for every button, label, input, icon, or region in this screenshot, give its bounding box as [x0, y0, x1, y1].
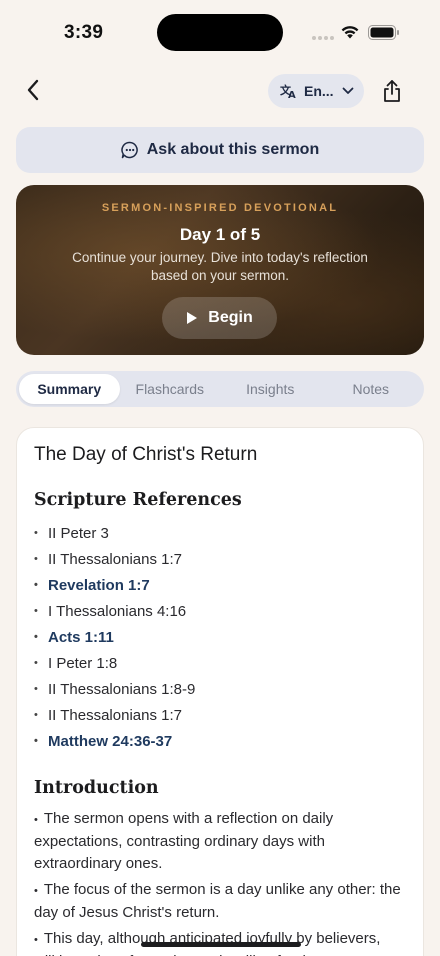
- introduction-list: • The sermon opens with a reflection on d…: [34, 808, 404, 956]
- scripture-reference: • I Peter 1:8: [34, 654, 118, 672]
- tab-notes[interactable]: Notes: [321, 374, 422, 404]
- content-tabs: Summary Flashcards Insights Notes: [16, 371, 424, 407]
- back-button[interactable]: [20, 76, 46, 104]
- scripture-reference-link[interactable]: • Acts 1:11: [34, 624, 404, 650]
- scripture-reference: • I Thessalonians 4:16: [34, 602, 187, 620]
- battery-icon: [368, 25, 399, 40]
- scripture-reference: • II Thessalonians 1:8-9: [34, 680, 196, 698]
- scripture-references-heading: Scripture References: [34, 490, 242, 510]
- chevron-down-icon: [342, 87, 354, 94]
- language-label: En...: [304, 83, 334, 99]
- status-bar: 3:39: [0, 0, 440, 60]
- scripture-reference: • II Thessalonians 1:7: [34, 550, 182, 568]
- begin-button[interactable]: Begin: [162, 297, 277, 339]
- share-icon: [384, 80, 400, 102]
- status-time: 3:39: [64, 22, 104, 43]
- tab-insights[interactable]: Insights: [220, 374, 321, 404]
- svg-text:A: A: [288, 90, 296, 99]
- home-indicator[interactable]: [141, 942, 301, 947]
- devotional-description: Continue your journey. Dive into today's…: [72, 250, 368, 283]
- cellular-signal-icon: [312, 36, 334, 40]
- introduction-point: • The sermon opens with a reflection on d…: [34, 810, 334, 872]
- devotional-day: Day 1 of 5: [179, 225, 261, 244]
- scripture-reference: • II Thessalonians 1:7: [34, 706, 182, 724]
- sermon-title: The Day of Christ's Return: [34, 444, 258, 465]
- tab-summary[interactable]: Summary: [19, 374, 120, 404]
- scripture-reference-link[interactable]: • Matthew 24:36-37: [34, 728, 404, 754]
- dynamic-island: [157, 14, 283, 51]
- translate-icon: 文 A: [280, 83, 296, 99]
- tab-flashcards[interactable]: Flashcards: [120, 374, 221, 404]
- language-selector[interactable]: 文 A En...: [268, 74, 364, 108]
- devotional-card[interactable]: SERMON-INSPIRED DEVOTIONAL Day 1 of 5 Co…: [16, 185, 424, 355]
- scripture-reference-list: • II Peter 3 • II Thessalonians 1:7 • Revel…: [34, 520, 404, 754]
- scripture-reference-link[interactable]: • Revelation 1:7: [34, 572, 404, 598]
- scripture-reference: • II Peter 3: [34, 524, 109, 542]
- chat-bubble-icon: [121, 141, 138, 159]
- share-button[interactable]: [378, 76, 406, 106]
- devotional-eyebrow: SERMON-INSPIRED DEVOTIONAL: [101, 202, 339, 214]
- chevron-left-icon: [27, 79, 39, 101]
- ask-button-label: Ask about this sermon: [146, 141, 320, 158]
- wifi-icon: [341, 26, 359, 39]
- summary-card: The Day of Christ's Return Scripture Ref…: [16, 427, 424, 956]
- introduction-heading: Introduction: [34, 778, 159, 798]
- introduction-point: • The focus of the sermon is a day unlike…: [34, 881, 401, 921]
- begin-button-label: Begin: [208, 309, 253, 326]
- play-icon: [187, 312, 198, 324]
- ask-about-sermon-button[interactable]: Ask about this sermon: [16, 127, 424, 173]
